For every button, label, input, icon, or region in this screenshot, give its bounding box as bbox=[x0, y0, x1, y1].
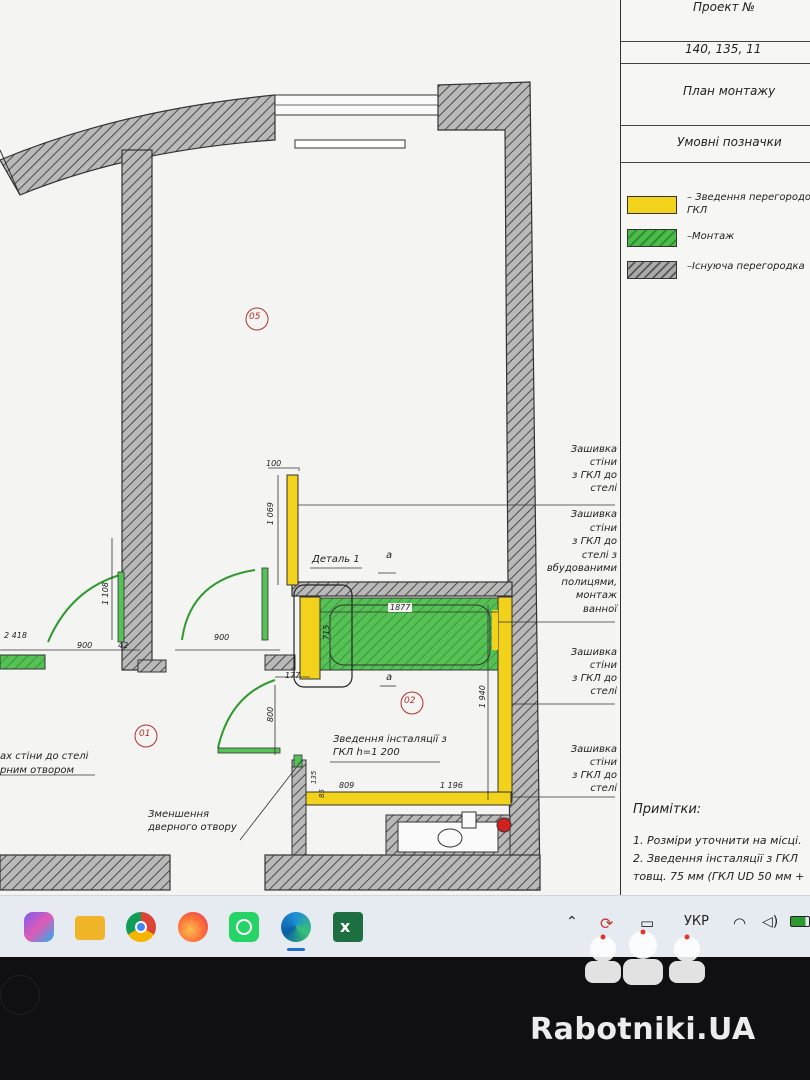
workers-logo bbox=[585, 929, 705, 985]
dim-800: 800 bbox=[266, 706, 275, 722]
gkl-partition bbox=[497, 596, 513, 803]
whatsapp-icon[interactable] bbox=[229, 912, 259, 942]
legend-label-mount: –Монтаж bbox=[687, 231, 735, 242]
dim-1108: 1 108 bbox=[101, 582, 110, 605]
excel-icon[interactable]: x bbox=[333, 912, 363, 942]
firefox-icon[interactable] bbox=[178, 912, 208, 942]
toilet bbox=[437, 828, 463, 848]
callout-1: Зашивка стіни з ГКЛ до стелі bbox=[570, 444, 617, 494]
section-mark-bottom: a bbox=[386, 672, 393, 683]
bathroom-top-wall bbox=[291, 581, 513, 597]
notes-title: Примітки: bbox=[633, 802, 702, 817]
room-label-05: 05 bbox=[249, 312, 261, 322]
note-1: 1. Розміри уточнити на місці. bbox=[633, 834, 802, 847]
dim-715: 715 bbox=[322, 624, 331, 640]
hp-logo-icon bbox=[0, 975, 40, 1015]
project-number: 140, 135, 11 bbox=[685, 42, 762, 56]
dim-2418: 2 418 bbox=[4, 631, 27, 640]
door-reduction-note: Зменшення дверного отвору bbox=[148, 809, 237, 833]
floor-plan-svg bbox=[0, 81, 615, 891]
callout-2: Зашивка стіни з ГКЛ до стелі з вбудовани… bbox=[546, 509, 617, 615]
room-label-02: 02 bbox=[404, 696, 416, 706]
floor-plan-drawing: 05 02 01 Зашивка стіни з ГКЛ до стелі За… bbox=[0, 0, 620, 895]
title-block-panel: Проект № 140, 135, 11 План монтажу Умовн… bbox=[620, 0, 810, 895]
gkl-partition bbox=[286, 474, 299, 586]
legend-title: Умовні позначки bbox=[677, 135, 782, 149]
section-mark-top: a bbox=[386, 550, 393, 561]
plan-title: План монтажу bbox=[683, 84, 776, 98]
project-label: Проект № bbox=[693, 0, 755, 14]
chrome-icon[interactable] bbox=[126, 912, 156, 942]
note-2b: товщ. 75 мм (ГКЛ UD 50 мм + bbox=[633, 870, 805, 883]
dim-135: 135 bbox=[310, 770, 318, 784]
battery-icon[interactable] bbox=[790, 916, 810, 927]
radiator bbox=[294, 139, 406, 149]
watermark-text: Rabotniki.UA bbox=[530, 1012, 756, 1047]
dim-900-left: 900 bbox=[77, 641, 93, 650]
edge-icon[interactable] bbox=[281, 912, 311, 942]
active-app-indicator bbox=[287, 948, 305, 951]
legend-swatch-existing bbox=[627, 261, 677, 279]
screen: 05 02 01 Зашивка стіни з ГКЛ до стелі За… bbox=[0, 0, 810, 895]
gkl-partition bbox=[299, 596, 321, 680]
dim-1940: 1 940 bbox=[478, 685, 487, 708]
legend-label-existing: –Існуюча перегородка bbox=[687, 261, 805, 272]
project-label-row: Проект № bbox=[621, 0, 810, 42]
legend-swatch-mount bbox=[627, 229, 677, 247]
dim-1877: 1877 bbox=[388, 603, 413, 612]
dim-1069: 1 069 bbox=[266, 502, 275, 525]
legend-divider bbox=[621, 162, 810, 163]
file-explorer-icon[interactable] bbox=[75, 916, 105, 940]
note-2a: 2. Зведення інсталяції з ГКЛ bbox=[633, 852, 798, 865]
dim-177: 177 bbox=[285, 671, 301, 680]
right-wall bbox=[437, 81, 541, 891]
legend-swatch-gkl bbox=[627, 196, 677, 214]
left-cut-note: ах стіни до стелі рним отвором bbox=[0, 751, 89, 776]
legend-label-gkl-1: – Зведення перегородок bbox=[687, 192, 810, 203]
dim-100: 100 bbox=[266, 459, 282, 468]
plan-title-row: План монтажу bbox=[621, 64, 810, 126]
left-wall bbox=[121, 149, 153, 671]
legend-label-gkl-2: ГКЛ bbox=[687, 205, 708, 216]
dim-85: 85 bbox=[318, 789, 326, 798]
copilot-icon[interactable] bbox=[24, 912, 54, 942]
detail-label: Деталь 1 bbox=[312, 554, 360, 565]
dim-42: 42 bbox=[118, 641, 129, 650]
project-number-row: 140, 135, 11 bbox=[621, 42, 810, 64]
bottom-wall bbox=[264, 854, 541, 891]
room-label-01: 01 bbox=[139, 729, 151, 739]
gkl-partition bbox=[305, 791, 512, 806]
dim-900-right: 900 bbox=[214, 633, 230, 642]
installation-note: Зведення інсталяції з ГКЛ h=1 200 bbox=[333, 734, 447, 758]
callout-3: Зашивка стіни з ГКЛ до стелі bbox=[570, 647, 617, 697]
callout-4: Зашивка стіни з ГКЛ до стелі bbox=[570, 744, 617, 794]
dim-809: 809 bbox=[339, 781, 355, 790]
dim-1196: 1 196 bbox=[440, 781, 463, 790]
